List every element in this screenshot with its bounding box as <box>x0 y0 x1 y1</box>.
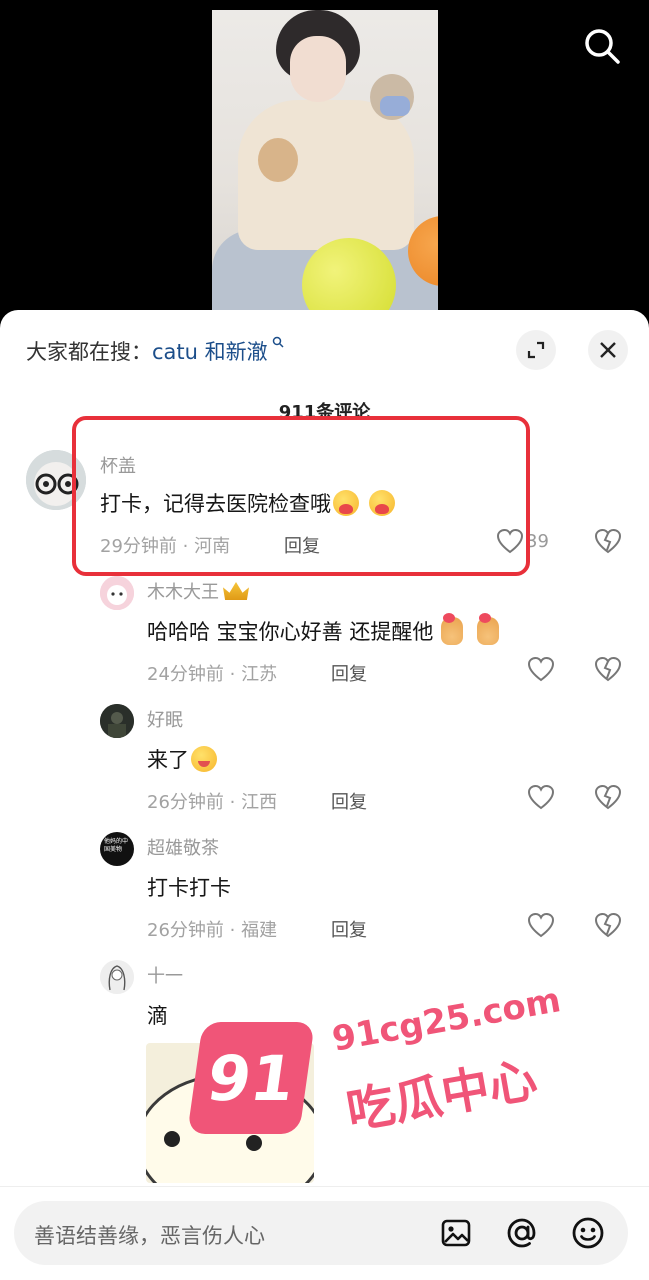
heart-icon <box>527 912 555 938</box>
comment-input-placeholder: 善语结善缘，恶言伤人心 <box>34 1224 265 1248</box>
heart-icon <box>527 784 555 810</box>
comment-text: 打卡，记得去医院检查哦 <box>100 492 331 516</box>
close-icon <box>600 342 616 358</box>
broken-heart-icon <box>594 912 622 938</box>
comment-text-wrap: 打卡，记得去医院检查哦 <box>100 488 395 518</box>
heart-icon <box>527 656 555 682</box>
comment-input[interactable]: 善语结善缘，恶言伤人心 <box>14 1201 628 1265</box>
broken-heart-icon <box>594 656 622 682</box>
reply-button[interactable]: 回复 <box>331 916 367 942</box>
avatar[interactable] <box>100 704 134 738</box>
hug-emoji-icon <box>369 490 395 516</box>
search-icon[interactable] <box>578 22 626 70</box>
comment-time-location: 26分钟前 · 江西 <box>147 792 278 813</box>
comment-text: 哈哈哈 宝宝你心好善 还提醒他 <box>147 620 434 644</box>
sticker-text: 喵 <box>254 1056 283 1089</box>
sticker-eye <box>246 1135 262 1151</box>
video-thumbnail[interactable] <box>212 10 438 320</box>
comment-text: 来了 <box>147 748 189 772</box>
finger-heart-icon <box>441 613 464 645</box>
wink-emoji-icon <box>191 746 217 772</box>
hug-emoji-icon <box>333 490 359 516</box>
comment-time-location: 29分钟前 · 河南 <box>100 536 231 557</box>
crown-icon <box>223 582 249 600</box>
comment-time-location: 24分钟前 · 江苏 <box>147 664 278 685</box>
close-button[interactable] <box>588 330 628 370</box>
expand-button[interactable] <box>516 330 556 370</box>
avatar-text: 他妈的中国美物 <box>104 838 129 853</box>
like-button[interactable] <box>527 656 555 682</box>
comment-username[interactable]: 好眠 <box>147 706 183 732</box>
avatar[interactable] <box>100 960 134 994</box>
comment-time-location: 26分钟前 · 福建 <box>147 920 278 941</box>
like-button[interactable] <box>527 912 555 938</box>
small-search-icon <box>268 336 284 352</box>
sticker-character <box>146 1073 314 1183</box>
broken-heart-icon <box>594 784 622 810</box>
like-button[interactable]: 39 <box>496 528 549 554</box>
comment-username[interactable]: 十一 <box>147 962 183 988</box>
avatar[interactable] <box>26 450 86 510</box>
expand-icon <box>527 341 545 359</box>
comment-username[interactable]: 木木大王 <box>147 582 219 603</box>
reply-button[interactable]: 回复 <box>331 788 367 814</box>
dislike-button[interactable] <box>594 784 622 814</box>
heart-icon <box>496 528 524 554</box>
comment-count: 911条评论 <box>278 402 371 423</box>
reply-button[interactable]: 回复 <box>284 532 320 558</box>
comment-text-wrap: 哈哈哈 宝宝你心好善 还提醒他 <box>147 613 500 646</box>
comment-username[interactable]: 杯盖 <box>100 452 136 478</box>
comment-username[interactable]: 超雄敬茶 <box>147 834 219 860</box>
search-suggestion-prefix: 大家都在搜： <box>26 340 152 364</box>
search-suggestion-keyword[interactable]: catu 和新澈 <box>152 340 268 364</box>
comment-text: 滴 <box>147 1004 168 1028</box>
dislike-button[interactable] <box>594 656 622 686</box>
comment-username-wrap: 木木大王 <box>147 578 249 604</box>
at-icon[interactable] <box>504 1215 540 1251</box>
comment-text-wrap: 来了 <box>147 744 217 774</box>
finger-heart-icon <box>477 613 500 645</box>
image-icon[interactable] <box>438 1215 474 1251</box>
comments-panel: 大家都在搜：catu 和新澈 911条评论 杯盖 打卡，记得去医院检查哦 29分… <box>0 310 649 1280</box>
avatar[interactable] <box>100 576 134 610</box>
like-count: 39 <box>526 530 549 552</box>
comment-text: 打卡打卡 <box>147 876 231 900</box>
search-suggestion[interactable]: 大家都在搜：catu 和新澈 <box>26 336 284 366</box>
video-figure-face <box>290 36 346 102</box>
video-teddy-bear <box>370 74 414 120</box>
video-area[interactable] <box>0 0 649 320</box>
video-teddy-bear <box>258 138 298 182</box>
comment-sticker-image[interactable]: 喵 <box>146 1043 314 1183</box>
dislike-button[interactable] <box>594 912 622 942</box>
reply-button[interactable]: 回复 <box>331 660 367 686</box>
sticker-eye <box>164 1131 180 1147</box>
broken-heart-icon <box>594 528 622 554</box>
bottom-input-bar: 善语结善缘，恶言伤人心 <box>0 1186 649 1280</box>
emoji-icon[interactable] <box>570 1215 606 1251</box>
avatar[interactable]: 他妈的中国美物 <box>100 832 134 866</box>
dislike-button[interactable] <box>594 528 622 558</box>
like-button[interactable] <box>527 784 555 810</box>
